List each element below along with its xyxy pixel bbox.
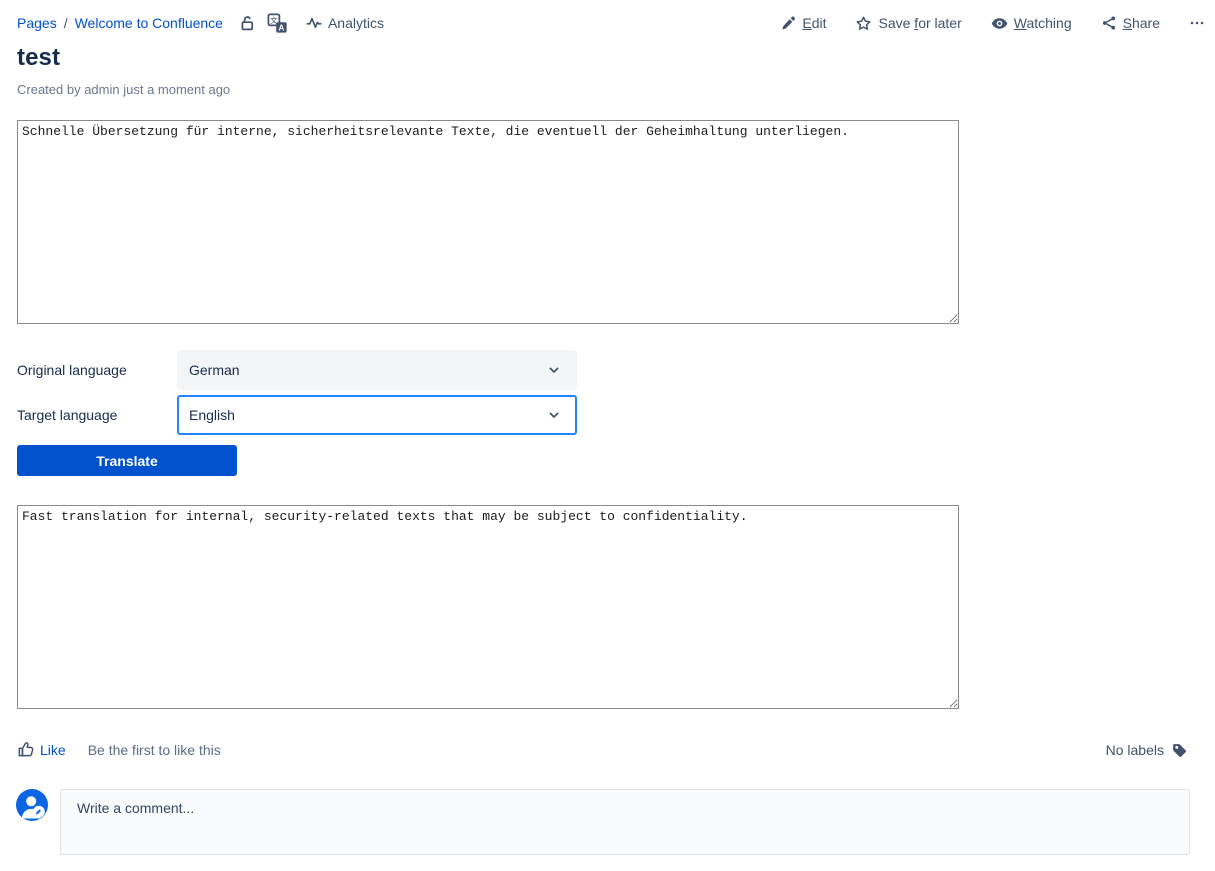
confluence-page: Pages / Welcome to Confluence 文 A [0, 0, 1215, 871]
thumbs-up-icon [17, 741, 35, 759]
breadcrumb-separator: / [64, 15, 68, 31]
like-button[interactable]: Like [17, 741, 66, 759]
source-text-area[interactable]: Schnelle Übersetzung für interne, sicher… [17, 120, 959, 324]
chevron-down-icon [546, 407, 562, 423]
comment-input[interactable] [60, 789, 1190, 855]
target-language-value: English [189, 407, 235, 423]
original-language-label: Original language [17, 362, 177, 378]
target-language-select[interactable]: English [177, 395, 577, 435]
watching-button[interactable]: Watching [991, 15, 1072, 32]
target-language-label: Target language [17, 407, 177, 423]
language-settings: Original language German Target language… [17, 350, 577, 440]
unlocked-padlock-icon[interactable] [239, 15, 255, 32]
edit-button[interactable]: Edit [780, 15, 826, 31]
ellipsis-icon [1189, 15, 1205, 31]
share-nodes-icon [1101, 15, 1117, 31]
pencil-icon [780, 15, 796, 31]
analytics-label: Analytics [328, 15, 384, 31]
share-button[interactable]: Share [1101, 15, 1160, 31]
labels-section: No labels [1106, 742, 1188, 759]
comment-section [16, 789, 1190, 855]
page-actions: Edit Save for later Wa [780, 15, 1205, 32]
breadcrumb-space-link[interactable]: Welcome to Confluence [75, 15, 223, 31]
page-footer: Like Be the first to like this No labels [17, 738, 1188, 762]
tag-icon[interactable] [1171, 742, 1188, 759]
user-avatar [16, 789, 48, 821]
analytics-button[interactable]: Analytics [306, 15, 384, 31]
like-section: Like Be the first to like this [17, 741, 221, 759]
star-icon [855, 15, 872, 32]
original-language-value: German [189, 362, 240, 378]
like-label: Like [40, 742, 66, 758]
original-language-row: Original language German [17, 350, 577, 390]
target-language-row: Target language English [17, 395, 577, 435]
eye-icon [991, 15, 1008, 32]
save-for-later-button[interactable]: Save for later [855, 15, 961, 32]
more-actions-button[interactable] [1189, 15, 1205, 31]
page-toolbar: Pages / Welcome to Confluence 文 A [17, 10, 1205, 36]
pulse-icon [306, 15, 322, 31]
breadcrumb: Pages / Welcome to Confluence 文 A [17, 13, 384, 34]
labels-text: No labels [1106, 742, 1164, 758]
chevron-down-icon [546, 362, 562, 378]
page-byline: Created by admin just a moment ago [17, 82, 230, 97]
svg-text:A: A [278, 23, 284, 32]
translate-icon[interactable]: 文 A [267, 13, 288, 34]
original-language-select[interactable]: German [177, 350, 577, 390]
page-title: test [17, 44, 60, 72]
result-text-area[interactable]: Fast translation for internal, security-… [17, 505, 959, 709]
translate-button[interactable]: Translate [17, 445, 237, 476]
breadcrumb-pages-link[interactable]: Pages [17, 15, 57, 31]
like-prompt: Be the first to like this [88, 742, 221, 758]
